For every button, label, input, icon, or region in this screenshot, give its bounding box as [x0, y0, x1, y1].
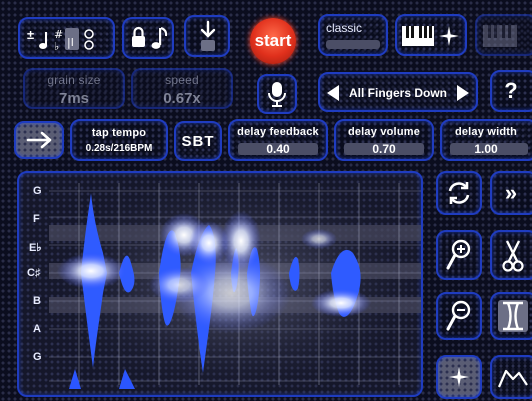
lock-note-button[interactable] [122, 17, 174, 59]
note-label: F [33, 213, 40, 225]
help-label: ? [504, 78, 518, 103]
sparkle-mode-button[interactable] [436, 355, 482, 399]
piano-grid-icon [483, 25, 517, 47]
sparkle-icon [449, 367, 469, 387]
arrow-right-icon[interactable] [456, 84, 470, 102]
grain-size-value: 7ms [58, 90, 90, 107]
mode-label: classic [326, 21, 363, 35]
arrow-right-button[interactable] [14, 121, 64, 159]
keyboard-toggle-button[interactable] [395, 14, 467, 56]
svg-text:♭: ♭ [54, 40, 59, 53]
delay-volume-slider[interactable]: delay volume 0.70 [334, 119, 434, 161]
sparkle-icon [439, 26, 459, 46]
start-label: start [254, 31, 292, 50]
mode-selector[interactable]: classic [318, 14, 388, 56]
loop-button[interactable] [436, 171, 482, 215]
zoom-in-icon [446, 239, 471, 270]
delay-volume-label: delay volume [347, 126, 421, 138]
speed-control[interactable]: speed 0.67x [131, 68, 233, 109]
arrow-down-icon [200, 20, 216, 51]
note-label: G [33, 185, 42, 197]
grain-size-control[interactable]: grain size 7ms [23, 68, 125, 109]
help-button[interactable]: ? [490, 70, 532, 112]
note-label: G [33, 351, 42, 363]
speed-label: speed [165, 73, 199, 87]
finger-mode-label: All Fingers Down [348, 86, 447, 100]
zoom-in-button[interactable] [436, 230, 482, 280]
start-button[interactable]: start [250, 18, 296, 64]
svg-text:±: ± [27, 27, 34, 42]
note-notation-icon: ± # ♭ |l [27, 27, 94, 53]
mode-slider [326, 40, 380, 49]
notation-toggle-button[interactable]: ± # ♭ |l [18, 17, 115, 59]
microphone-button[interactable] [257, 74, 297, 114]
speed-value: 0.67x [163, 90, 201, 107]
waveform-canvas[interactable] [19, 173, 421, 395]
tap-tempo-button[interactable]: tap tempo 0.28s/216BPM [70, 119, 168, 161]
trim-button[interactable] [490, 292, 532, 340]
zoom-out-icon [446, 300, 471, 331]
scissors-icon [502, 240, 524, 272]
delay-feedback-label: delay feedback [237, 126, 319, 138]
note-label: E♭ [29, 242, 42, 254]
delay-volume-value: 0.70 [372, 142, 396, 156]
arrow-left-icon[interactable] [326, 84, 340, 102]
sbt-button[interactable]: SBT [174, 121, 222, 161]
svg-text:|l: |l [67, 36, 74, 49]
note-label: A [33, 323, 41, 335]
microphone-icon [268, 82, 286, 107]
grain-size-label: grain size [47, 73, 101, 87]
fast-forward-button[interactable]: » [490, 171, 532, 215]
delay-feedback-slider[interactable]: delay feedback 0.40 [228, 119, 328, 161]
trim-icon [503, 301, 523, 331]
sbt-label: SBT [181, 133, 215, 150]
fast-forward-label: » [504, 180, 518, 205]
tap-tempo-label: tap tempo [91, 127, 147, 139]
envelope-mode-button[interactable] [490, 355, 532, 399]
waveform-display[interactable]: G F E♭ C♯ B A G [17, 171, 423, 397]
scissors-button[interactable] [490, 230, 532, 280]
note-label: C♯ [27, 267, 41, 279]
arrow-right-icon [26, 131, 52, 149]
delay-width-label: delay width [454, 126, 518, 138]
arrow-down-button[interactable] [184, 15, 230, 57]
delay-feedback-value: 0.40 [266, 142, 290, 156]
piano-keyboard-icon [402, 26, 434, 46]
finger-mode-selector[interactable]: All Fingers Down [318, 72, 478, 112]
loop-icon [448, 182, 470, 204]
lock-note-icon [132, 26, 168, 49]
zoom-out-button[interactable] [436, 292, 482, 340]
envelope-curve-icon [497, 369, 528, 388]
tap-tempo-value: 0.28s/216BPM [85, 143, 153, 154]
note-label: B [33, 295, 41, 307]
keyboard-grid-button[interactable] [475, 14, 532, 56]
delay-width-slider[interactable]: delay width 1.00 [440, 119, 532, 161]
delay-width-value: 1.00 [474, 142, 498, 156]
